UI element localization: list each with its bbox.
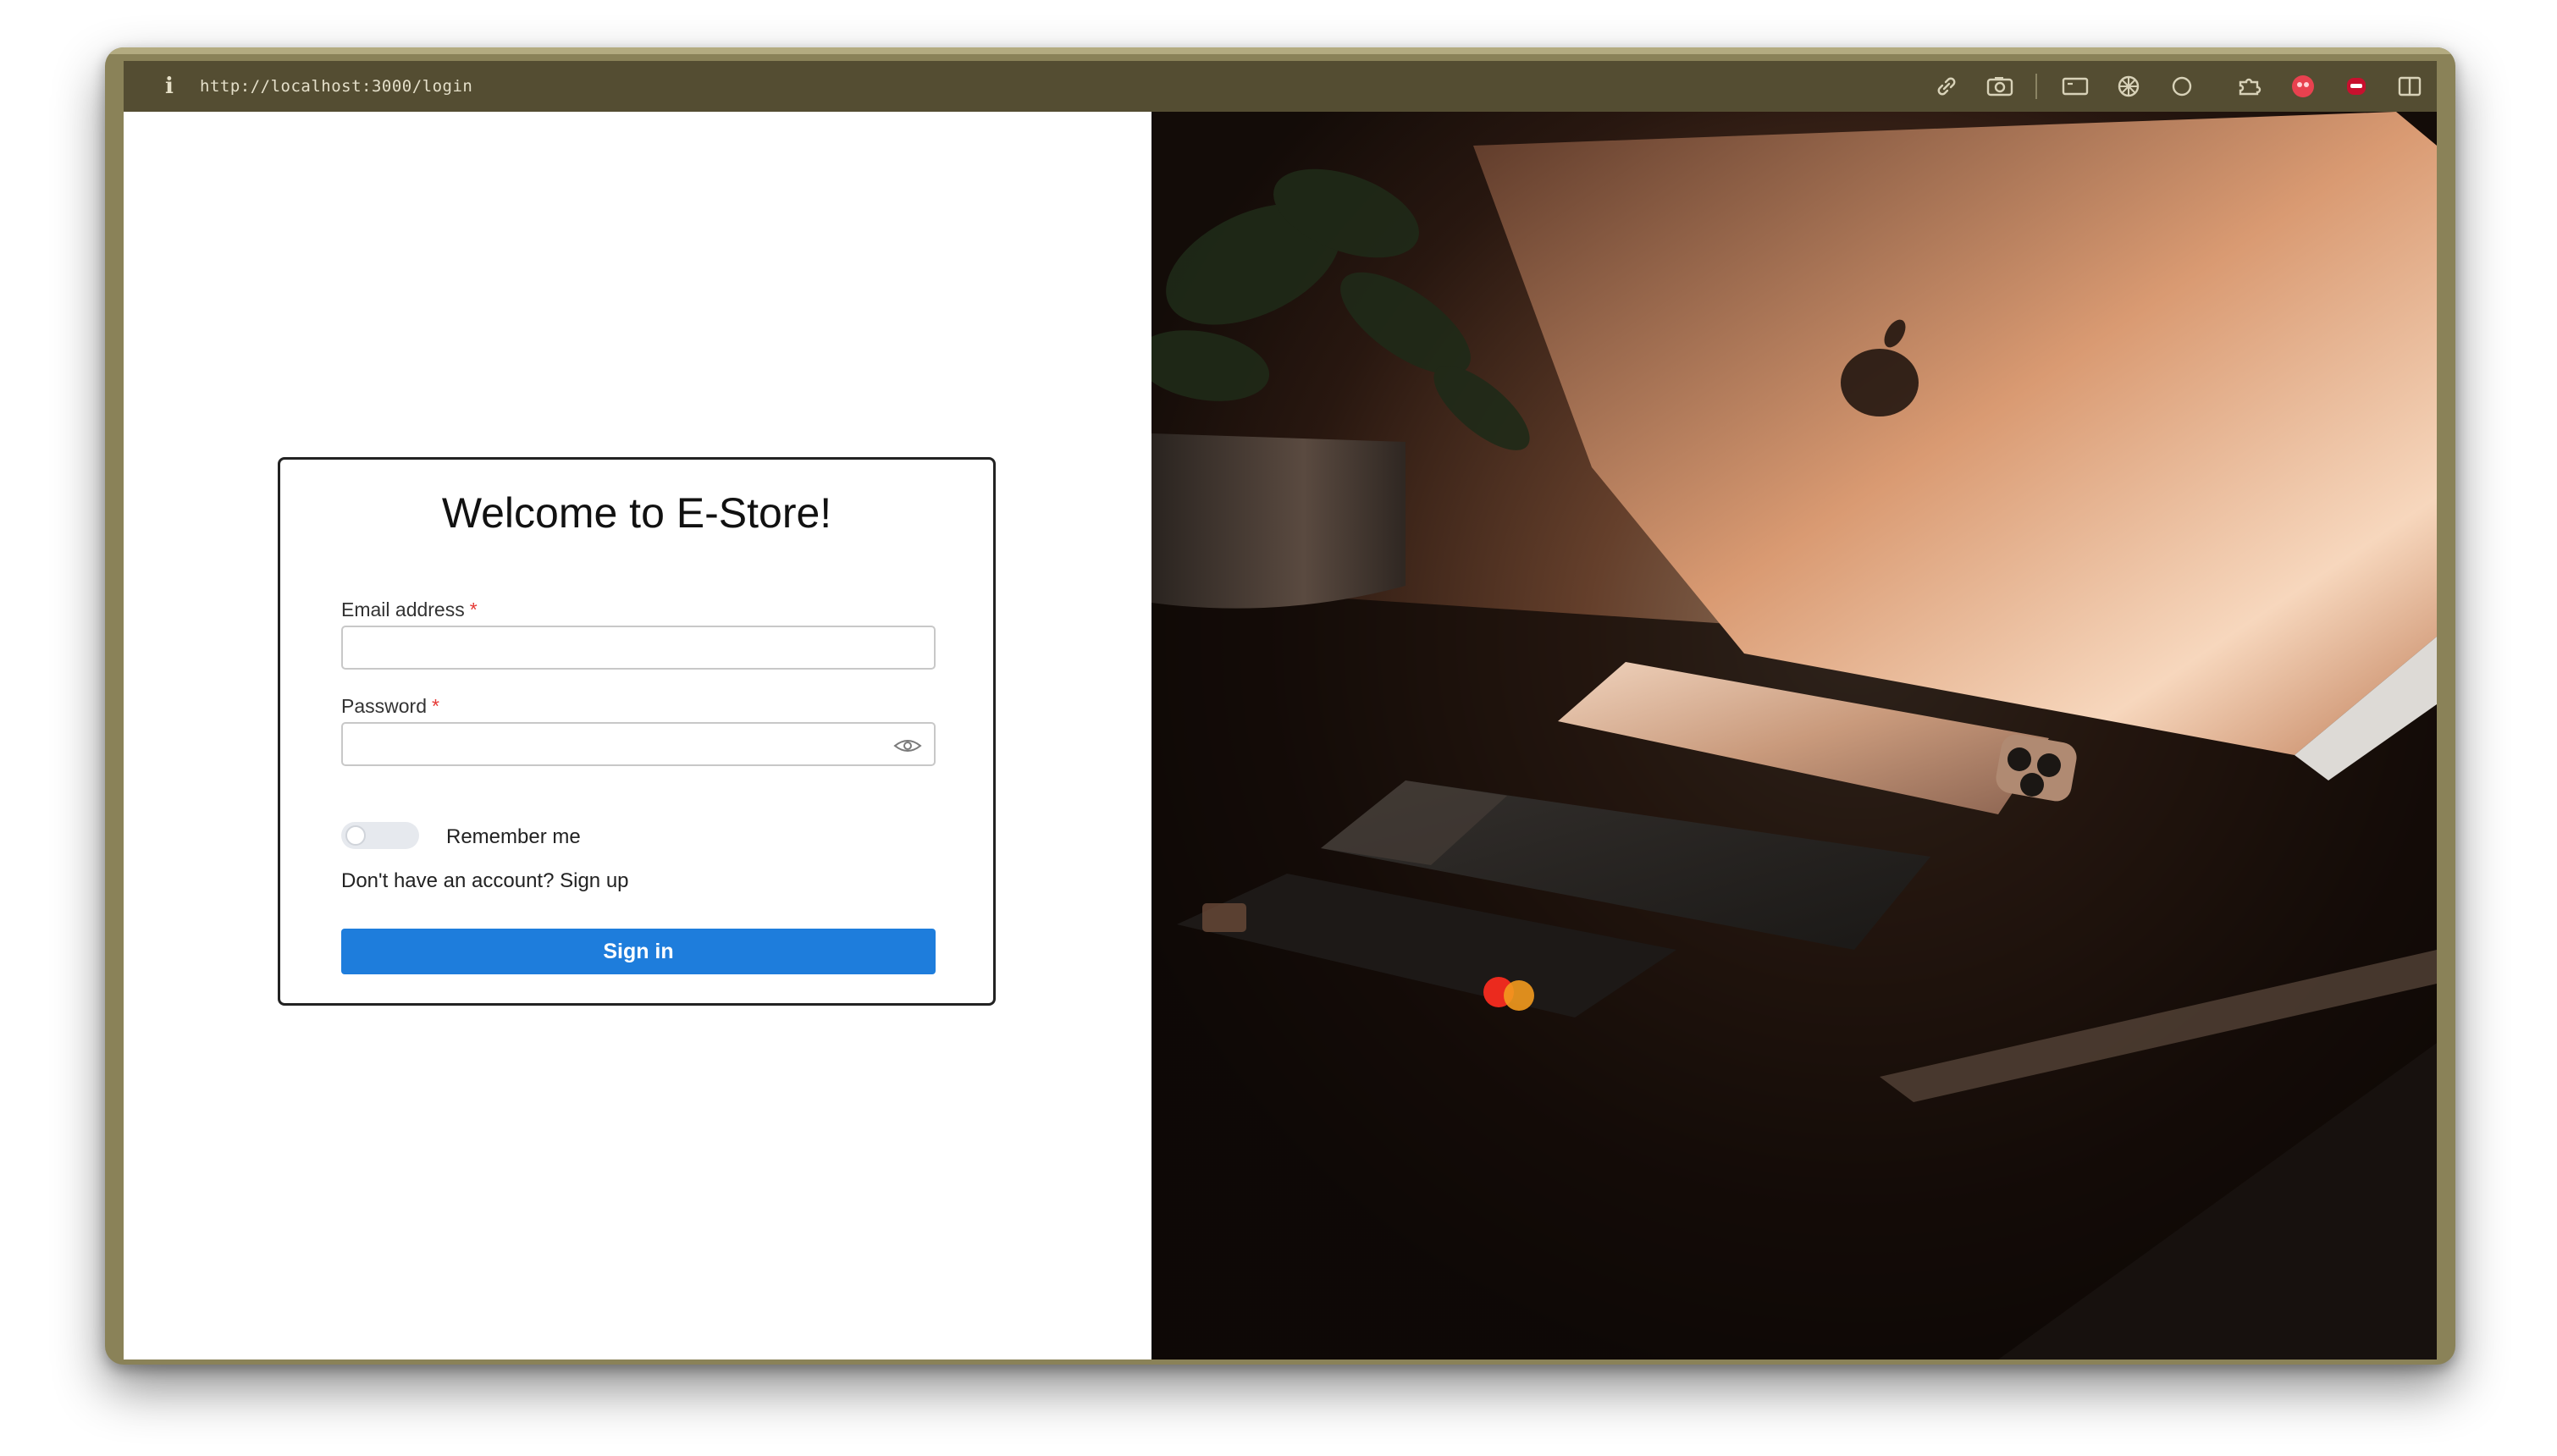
circle-icon[interactable]: [2167, 71, 2197, 102]
browser-toolbar: i http://localhost:3000/login: [124, 61, 2437, 112]
signin-button[interactable]: Sign in: [341, 929, 936, 974]
toolbar-separator: [2035, 74, 2037, 99]
eye-icon[interactable]: [893, 736, 922, 755]
login-card: Welcome to E-Store! Email address * Passw…: [278, 457, 996, 1006]
login-title: Welcome to E-Store!: [441, 489, 832, 537]
signup-prompt: Don't have an account? Sign up: [341, 869, 629, 893]
screenshot-icon[interactable]: [1985, 71, 2015, 102]
password-label-text: Password: [341, 695, 427, 717]
screen-icon[interactable]: [2060, 71, 2090, 102]
password-label: Password *: [341, 695, 439, 718]
extensions-icon[interactable]: [2234, 71, 2265, 102]
hero-photo: [1151, 112, 2437, 1359]
email-label: Email address *: [341, 598, 478, 621]
remember-toggle[interactable]: [341, 822, 419, 849]
no-account-text: Don't have an account?: [341, 869, 555, 892]
password-field[interactable]: [341, 722, 936, 766]
hero-image: [1151, 112, 2437, 1359]
remember-label: Remember me: [446, 825, 581, 848]
email-label-text: Email address: [341, 598, 465, 620]
required-marker: *: [469, 598, 478, 620]
signup-link[interactable]: Sign up: [560, 869, 628, 892]
page-viewport: Welcome to E-Store! Email address * Passw…: [124, 112, 2437, 1359]
print-icon[interactable]: [2113, 71, 2144, 102]
extension-red-icon[interactable]: [2341, 71, 2372, 102]
required-marker: *: [431, 695, 439, 717]
toggle-knob: [345, 825, 366, 846]
address-bar[interactable]: http://localhost:3000/login: [200, 77, 472, 96]
email-field[interactable]: [341, 626, 936, 670]
password-input[interactable]: [343, 724, 903, 764]
sidebar-icon[interactable]: [2394, 71, 2425, 102]
login-pane: Welcome to E-Store! Email address * Passw…: [124, 112, 1151, 1359]
email-input[interactable]: [343, 627, 903, 668]
info-icon[interactable]: i: [161, 74, 178, 99]
profile-red-icon[interactable]: [2288, 71, 2318, 102]
browser-window: i http://localhost:3000/login Welcome to…: [105, 47, 2455, 1365]
link-icon[interactable]: [1931, 71, 1962, 102]
toolbar-actions: [1908, 61, 2425, 112]
